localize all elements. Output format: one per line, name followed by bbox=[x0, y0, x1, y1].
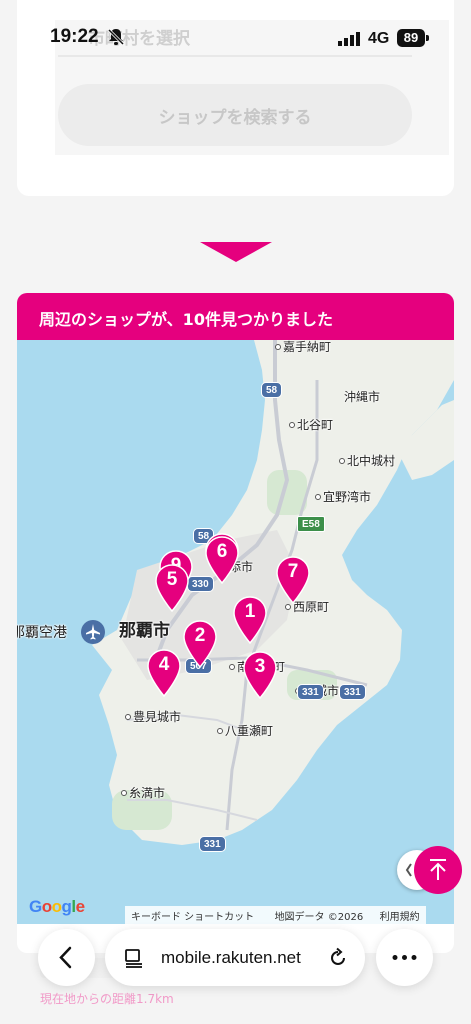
shop-pin-4[interactable]: 4 bbox=[147, 649, 181, 697]
status-time: 19:22 bbox=[50, 26, 99, 47]
map-label-itoman: 糸満市 bbox=[121, 784, 165, 801]
signal-icon bbox=[338, 31, 362, 50]
down-arrow-indicator bbox=[200, 242, 272, 262]
battery-icon: 89 bbox=[397, 29, 425, 47]
shop-pin-5[interactable]: 5 bbox=[155, 564, 189, 612]
chevron-left-icon bbox=[38, 946, 95, 989]
browser-nav-bar: mobile.rakuten.net bbox=[0, 922, 471, 992]
url-text: mobile.rakuten.net bbox=[161, 948, 301, 967]
map-label-chatan: 北谷町 bbox=[289, 416, 333, 433]
map-label-yaese: 八重瀬町 bbox=[217, 722, 273, 739]
road-shield-331-b: 331 bbox=[339, 684, 366, 700]
result-card: 周辺のショップが、10件見つかりました 嘉手納町 沖縄市 北谷町 北中城村 宜野… bbox=[17, 293, 454, 953]
shop-pin-7[interactable]: 7 bbox=[276, 556, 310, 604]
status-bar: 市町村を選択 19:22 4G 89 bbox=[0, 0, 471, 72]
faded-municipality-label: 市町村を選択 bbox=[88, 29, 190, 49]
tabs-icon[interactable] bbox=[123, 948, 145, 972]
network-label: 4G bbox=[368, 30, 390, 47]
reload-icon[interactable] bbox=[327, 947, 349, 973]
search-shop-button[interactable]: ショップを検索する bbox=[58, 84, 412, 146]
arrow-up-icon bbox=[414, 859, 462, 897]
more-button[interactable] bbox=[376, 929, 433, 986]
result-header: 周辺のショップが、10件見つかりました bbox=[17, 293, 454, 340]
map-label-kadena: 嘉手納町 bbox=[275, 340, 331, 355]
map[interactable]: 嘉手納町 沖縄市 北谷町 北中城村 宜野湾市 浦添市 西原町 那覇市 南風原町 … bbox=[17, 340, 454, 924]
back-button[interactable] bbox=[38, 929, 95, 986]
road-shield-58-north: 58 bbox=[261, 382, 283, 398]
more-icon bbox=[376, 955, 433, 989]
distance-text: 現在地からの距離1.7km bbox=[40, 992, 174, 1006]
shop-pin-1[interactable]: 1 bbox=[233, 596, 267, 644]
scroll-to-top-button[interactable] bbox=[414, 846, 462, 894]
shop-pin-2[interactable]: 2 bbox=[183, 620, 217, 668]
road-shield-e58: E58 bbox=[297, 516, 325, 532]
road-shield-331-a: 331 bbox=[297, 684, 324, 700]
map-label-naha-airport: 那覇空港 bbox=[17, 625, 67, 641]
map-label-ginowan: 宜野湾市 bbox=[315, 488, 371, 505]
bell-slash-icon bbox=[107, 28, 125, 50]
map-label-kitanakagusuku: 北中城村 bbox=[339, 452, 395, 469]
road-shield-331-c: 331 bbox=[199, 836, 226, 852]
shop-pin-6[interactable]: 6 bbox=[205, 536, 239, 584]
map-label-tomigusuku: 豊見城市 bbox=[125, 708, 181, 725]
shop-pin-3[interactable]: 3 bbox=[243, 651, 277, 699]
google-logo: Google bbox=[29, 897, 85, 916]
map-label-okinawa: 沖縄市 bbox=[344, 390, 381, 404]
battery-tip bbox=[426, 35, 429, 41]
airplane-icon bbox=[81, 620, 105, 644]
map-label-naha: 那覇市 bbox=[119, 621, 170, 641]
url-bar[interactable]: mobile.rakuten.net bbox=[105, 929, 365, 986]
